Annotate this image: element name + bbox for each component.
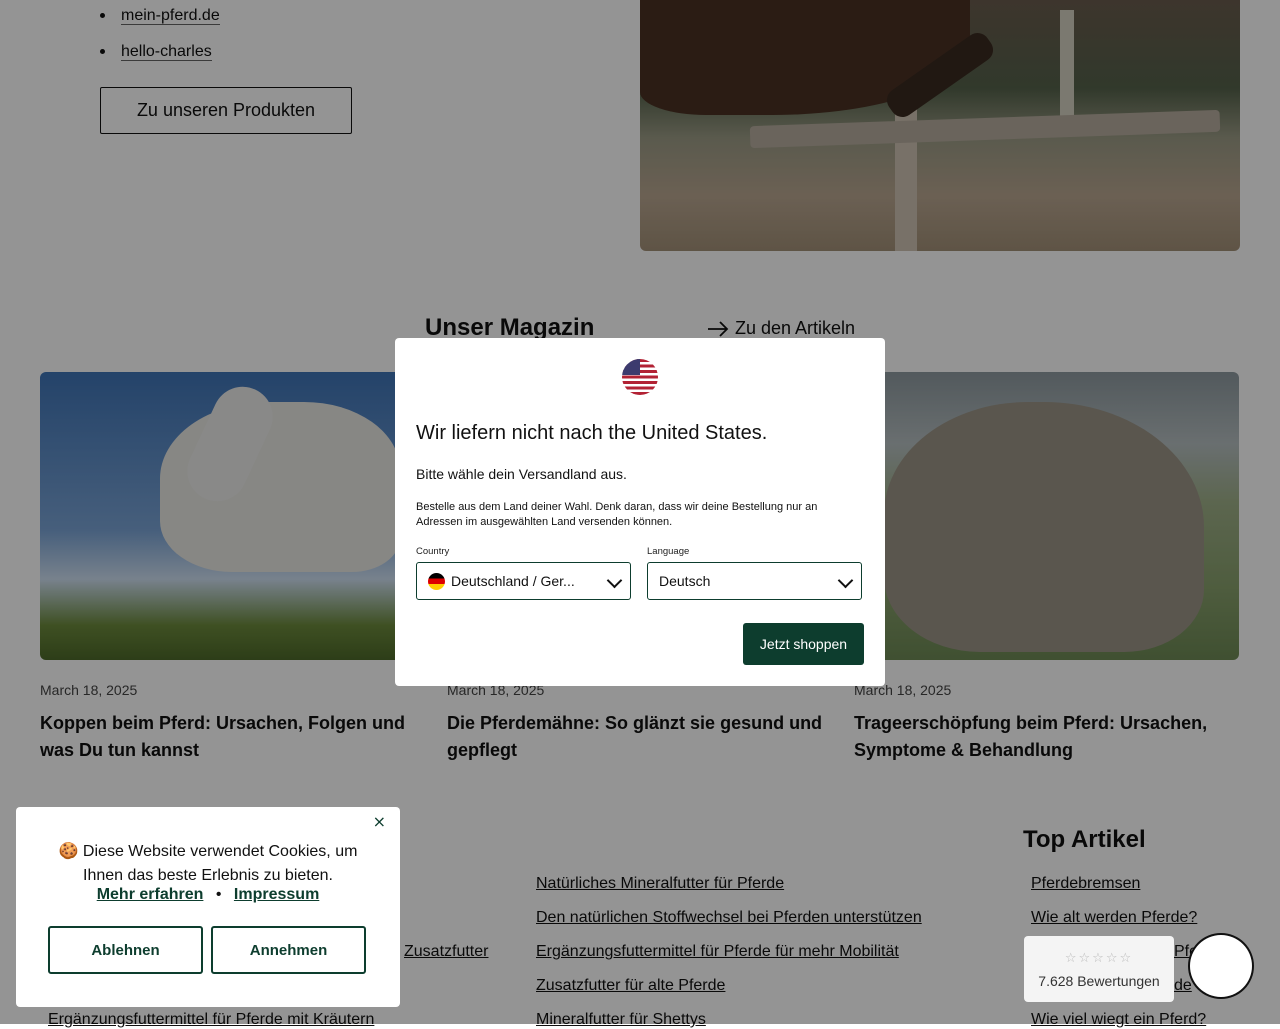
modal-note: Bestelle aus dem Land deiner Wahl. Denk … (416, 501, 818, 528)
imprint-link[interactable]: Impressum (234, 886, 319, 903)
cookie-banner: × 🍪 Diese Website verwendet Cookies, um … (16, 807, 400, 1007)
chevron-down-icon (837, 572, 854, 589)
cookie-text: 🍪 Diese Website verwendet Cookies, um Ih… (58, 843, 358, 884)
accept-button[interactable]: Annehmen (211, 926, 366, 974)
star-rating-icon: ☆☆☆☆☆ (1064, 951, 1134, 966)
us-flag-icon (622, 359, 658, 395)
cookie-links: Mehr erfahren • Impressum (16, 886, 400, 904)
modal-title: Wir liefern nicht nach the United States… (416, 422, 768, 444)
reviews-widget[interactable]: ☆☆☆☆☆ 7.628 Bewertungen (1024, 936, 1174, 1002)
chat-button[interactable] (1190, 935, 1252, 997)
close-icon[interactable]: × (367, 811, 392, 832)
chevron-down-icon (606, 572, 623, 589)
shop-now-button[interactable]: Jetzt shoppen (743, 623, 864, 665)
learn-more-link[interactable]: Mehr erfahren (97, 886, 204, 903)
language-label: Language (647, 546, 690, 557)
language-value: Deutsch (659, 573, 711, 589)
country-modal: Wir liefern nicht nach the United States… (395, 338, 885, 686)
decline-button[interactable]: Ablehnen (48, 926, 203, 974)
country-label: Country (416, 546, 450, 557)
country-value: Deutschland / Ger... (451, 573, 575, 589)
language-select[interactable]: Deutsch (647, 562, 862, 600)
germany-flag-icon (428, 572, 445, 590)
separator: • (215, 886, 222, 903)
review-count: 7.628 Bewertungen (1038, 973, 1160, 989)
country-select[interactable]: Deutschland / Ger... (416, 562, 631, 600)
modal-subtitle: Bitte wähle dein Versandland aus. (416, 466, 627, 482)
